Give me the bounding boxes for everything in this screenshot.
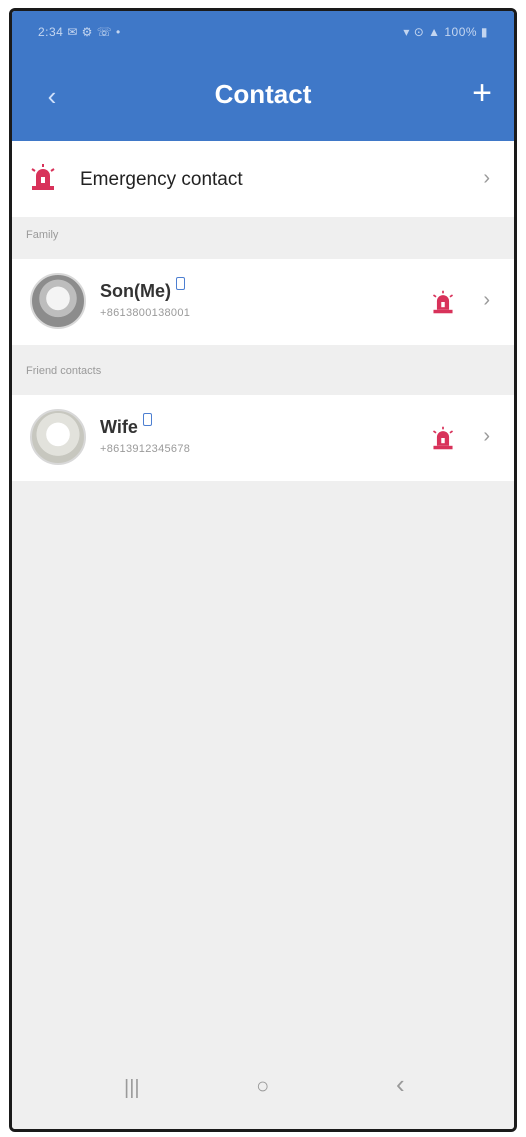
avatar [30, 273, 86, 329]
chevron-right-icon: › [483, 167, 490, 189]
alarm-icon[interactable] [430, 289, 456, 320]
contact-row[interactable]: Son(Me) +8613800138001 › [12, 259, 514, 345]
phone-icon [176, 277, 185, 290]
plus-icon: + [472, 74, 492, 112]
phone-frame: 2:34 ✉ ⚙ ☏ • ▾ ⊙ ▲ 100% ▮ ‹ Contact + Em… [9, 8, 517, 1132]
emergency-contact-label: Emergency contact [80, 169, 243, 190]
phone-icon [142, 413, 152, 426]
add-contact-button[interactable]: + [464, 75, 500, 111]
app-header: 2:34 ✉ ⚙ ☏ • ▾ ⊙ ▲ 100% ▮ ‹ Contact + [12, 11, 514, 141]
status-bar: 2:34 ✉ ⚙ ☏ • ▾ ⊙ ▲ 100% ▮ [12, 19, 514, 47]
chevron-right-icon: › [483, 289, 490, 311]
system-navigation-bar: ||| ○ ‹ [12, 1051, 514, 1129]
alarm-icon [28, 163, 58, 196]
chevron-right-icon: › [483, 425, 490, 447]
contact-name: Wife [100, 413, 152, 438]
section-label-friends: Friend contacts [26, 365, 102, 377]
status-left: 2:34 ✉ ⚙ ☏ • [38, 25, 121, 39]
page-title: Contact [214, 79, 312, 109]
section-label-family: Family [26, 229, 59, 241]
contact-name-text: Wife [100, 417, 138, 437]
contact-name: Son(Me) [100, 277, 185, 302]
contact-number: +8613800138001 [100, 307, 191, 319]
avatar [30, 409, 86, 465]
contact-number: +8613912345678 [100, 443, 191, 455]
contact-row[interactable]: Wife +8613912345678 › [12, 395, 514, 481]
system-back-button[interactable]: ‹ [396, 1069, 405, 1100]
home-button[interactable]: ○ [256, 1073, 269, 1099]
recent-apps-button[interactable]: ||| [124, 1077, 140, 1100]
contact-name-text: Son(Me) [100, 281, 171, 301]
alarm-icon[interactable] [430, 425, 456, 456]
status-right: ▾ ⊙ ▲ 100% ▮ [403, 25, 488, 39]
emergency-contact-row[interactable]: Emergency contact › [12, 141, 514, 217]
